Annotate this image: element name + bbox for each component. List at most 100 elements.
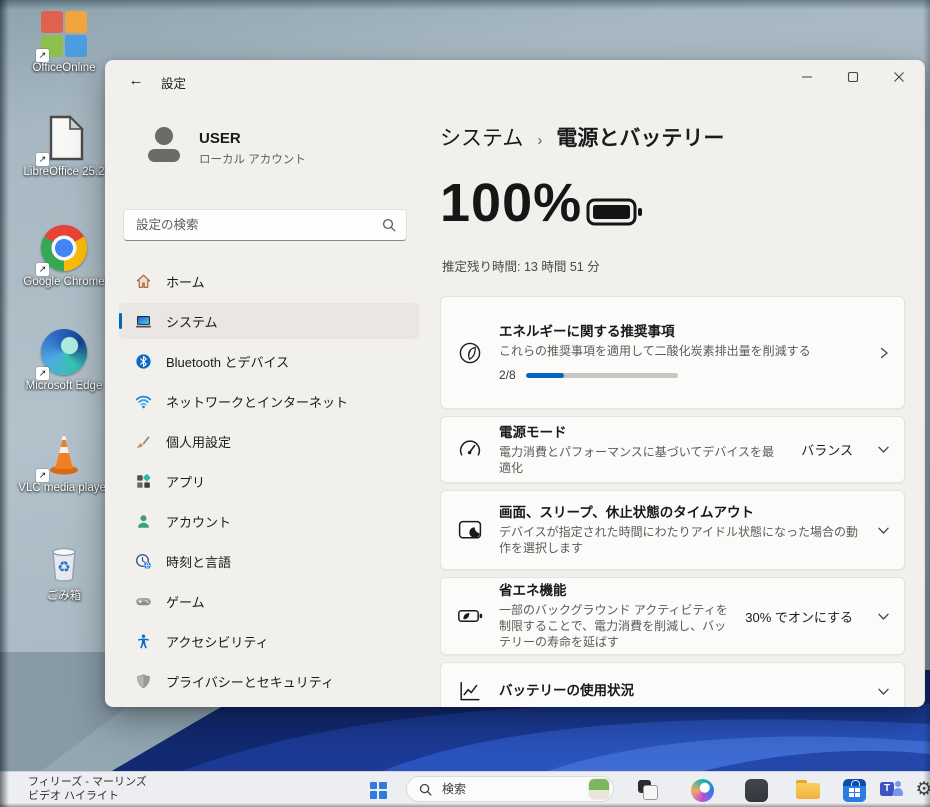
- card-power-mode[interactable]: 電源モード 電力消費とパフォーマンスに基づいてデバイスを最適化 バランス: [440, 416, 905, 483]
- user-account-block[interactable]: USER ローカル アカウント: [141, 122, 421, 174]
- breadcrumb-current: 電源とバッテリー: [556, 122, 724, 152]
- apps-icon: [135, 473, 152, 490]
- desktop-icon-libreoffice[interactable]: ↗ LibreOffice 25.2: [18, 112, 110, 179]
- settings-search-box[interactable]: [123, 209, 407, 241]
- desktop-icon-edge[interactable]: ↗ Microsoft Edge: [18, 326, 110, 393]
- desktop-icon-vlc[interactable]: ↗ VLC media player: [18, 428, 110, 495]
- desktop-icon-label: ごみ箱: [18, 590, 110, 603]
- sidebar-item-gaming[interactable]: ゲーム: [119, 583, 419, 619]
- sidebar-item-home[interactable]: ホーム: [119, 263, 419, 299]
- desktop-icon-recycle-bin[interactable]: ♻ ごみ箱: [18, 536, 110, 603]
- store-icon: [843, 779, 866, 802]
- widgets-headline: フィリーズ - マーリンズ: [28, 776, 147, 790]
- sidebar-item-label: プライバシーとセキュリティ: [166, 672, 334, 691]
- energy-saver-value[interactable]: 30% でオンにする: [745, 607, 853, 626]
- card-description: デバイスが指定された時間にわたりアイドル状態になった場合の動作を選択します: [499, 524, 861, 556]
- chevron-right-icon[interactable]: [878, 346, 890, 360]
- energy-progress-label: 2/8: [499, 368, 516, 382]
- power-mode-gauge-icon: [457, 437, 483, 463]
- sidebar-item-label: システム: [166, 312, 218, 331]
- taskbar-search[interactable]: [406, 776, 614, 802]
- card-title: 電源モード: [499, 424, 785, 442]
- settings-search-input[interactable]: [134, 212, 368, 238]
- energy-progress-track: [526, 373, 678, 378]
- sidebar-item-label: 個人用設定: [166, 432, 231, 451]
- desktop-icon-officeonline[interactable]: ↗ OfficeOnline: [18, 8, 110, 75]
- card-energy-saver[interactable]: 省エネ機能 一部のバックグラウンド アクティビティを制限することで、電力消費を削…: [440, 577, 905, 655]
- widgets-subline: ビデオ ハイライト: [28, 790, 147, 804]
- settings-sidebar: ホーム システム Bluetooth とデバイス: [119, 263, 419, 703]
- sidebar-item-apps[interactable]: アプリ: [119, 463, 419, 499]
- energy-saver-battery-icon: [457, 603, 483, 629]
- desktop-icon-label: Google Chrome: [18, 276, 110, 289]
- card-description: 一部のバックグラウンド アクティビティを制限することで、電力消費を削減し、バッテ…: [499, 602, 729, 650]
- taskbar-search-input[interactable]: [440, 781, 574, 797]
- start-button[interactable]: [364, 776, 392, 804]
- terminal-app-button[interactable]: [742, 776, 770, 804]
- sidebar-item-label: アカウント: [166, 512, 231, 531]
- clock-language-icon: [135, 553, 152, 570]
- widgets-button[interactable]: フィリーズ - マーリンズ ビデオ ハイライト: [28, 776, 147, 803]
- card-energy-recommendations[interactable]: エネルギーに関する推奨事項 これらの推奨事項を適用して二酸化炭素排出量を削減する…: [440, 296, 905, 409]
- user-account-type: ローカル アカウント: [199, 151, 306, 167]
- desktop-icon-chrome[interactable]: ↗ Google Chrome: [18, 222, 110, 289]
- file-explorer-button[interactable]: [794, 776, 822, 804]
- dark-app-icon: [745, 779, 768, 802]
- sidebar-item-personalization[interactable]: 個人用設定: [119, 423, 419, 459]
- sidebar-item-system[interactable]: システム: [119, 303, 419, 339]
- chevron-down-icon[interactable]: [877, 524, 890, 537]
- windows-logo-icon: [370, 782, 387, 799]
- sidebar-item-accessibility[interactable]: アクセシビリティ: [119, 623, 419, 659]
- teams-button[interactable]: T: [878, 776, 906, 804]
- copilot-button[interactable]: [688, 776, 716, 804]
- shortcut-arrow-icon: ↗: [36, 367, 49, 380]
- home-icon: [135, 273, 152, 290]
- card-battery-usage[interactable]: バッテリーの使用状況: [440, 662, 905, 707]
- power-mode-value[interactable]: バランス: [801, 440, 853, 459]
- desktop-icon-label: OfficeOnline: [18, 62, 110, 75]
- sidebar-item-network-internet[interactable]: ネットワークとインターネット: [119, 383, 419, 419]
- energy-progress-fill: [526, 373, 564, 378]
- chevron-down-icon[interactable]: [877, 685, 890, 698]
- shield-icon: [135, 673, 152, 690]
- wifi-icon: [135, 393, 152, 410]
- card-title: 省エネ機能: [499, 582, 729, 600]
- card-description: 電力消費とパフォーマンスに基づいてデバイスを最適化: [499, 444, 785, 476]
- shortcut-arrow-icon: ↗: [36, 263, 49, 276]
- chevron-down-icon[interactable]: [877, 610, 890, 623]
- taskbar: フィリーズ - マーリンズ ビデオ ハイライト: [0, 771, 930, 807]
- sidebar-item-label: アクセシビリティ: [166, 632, 269, 651]
- desktop-icon-label: VLC media player: [18, 482, 110, 495]
- eco-leaf-icon: [457, 340, 483, 366]
- account-person-icon: [135, 513, 152, 530]
- microsoft-store-button[interactable]: [840, 776, 868, 804]
- search-highlight-thumbnail: [589, 779, 609, 799]
- breadcrumb: システム › 電源とバッテリー: [440, 122, 724, 152]
- bluetooth-icon: [135, 353, 152, 370]
- chevron-down-icon[interactable]: [877, 443, 890, 456]
- breadcrumb-parent[interactable]: システム: [440, 122, 523, 152]
- sidebar-item-time-language[interactable]: 時刻と言語: [119, 543, 419, 579]
- card-description: これらの推奨事項を適用して二酸化炭素排出量を削減する: [499, 343, 862, 359]
- recycle-bin-icon: ♻: [38, 536, 90, 588]
- avatar: [141, 122, 187, 168]
- search-icon: [419, 783, 432, 796]
- battery-usage-chart-icon: [457, 678, 483, 704]
- card-screen-sleep-timeouts[interactable]: 画面、スリープ、休止状態のタイムアウト デバイスが指定された時間にわたりアイドル…: [440, 490, 905, 570]
- accessibility-icon: [135, 633, 152, 650]
- shortcut-arrow-icon: ↗: [36, 49, 49, 62]
- folder-icon: [796, 780, 820, 800]
- teams-icon: T: [880, 779, 904, 801]
- card-title: 画面、スリープ、休止状態のタイムアウト: [499, 504, 861, 522]
- sidebar-item-accounts[interactable]: アカウント: [119, 503, 419, 539]
- gamepad-icon: [135, 593, 152, 610]
- settings-taskbar-button[interactable]: ⚙: [910, 776, 930, 804]
- settings-cards: エネルギーに関する推奨事項 これらの推奨事項を適用して二酸化炭素排出量を削減する…: [440, 296, 905, 707]
- sidebar-item-bluetooth-devices[interactable]: Bluetooth とデバイス: [119, 343, 419, 379]
- sidebar-item-label: ゲーム: [166, 592, 205, 611]
- sidebar-item-privacy-security[interactable]: プライバシーとセキュリティ: [119, 663, 419, 699]
- task-view-button[interactable]: [634, 776, 662, 804]
- gear-icon: ⚙: [915, 779, 930, 801]
- screen-sleep-icon: [457, 517, 483, 543]
- back-button[interactable]: ←: [123, 69, 149, 93]
